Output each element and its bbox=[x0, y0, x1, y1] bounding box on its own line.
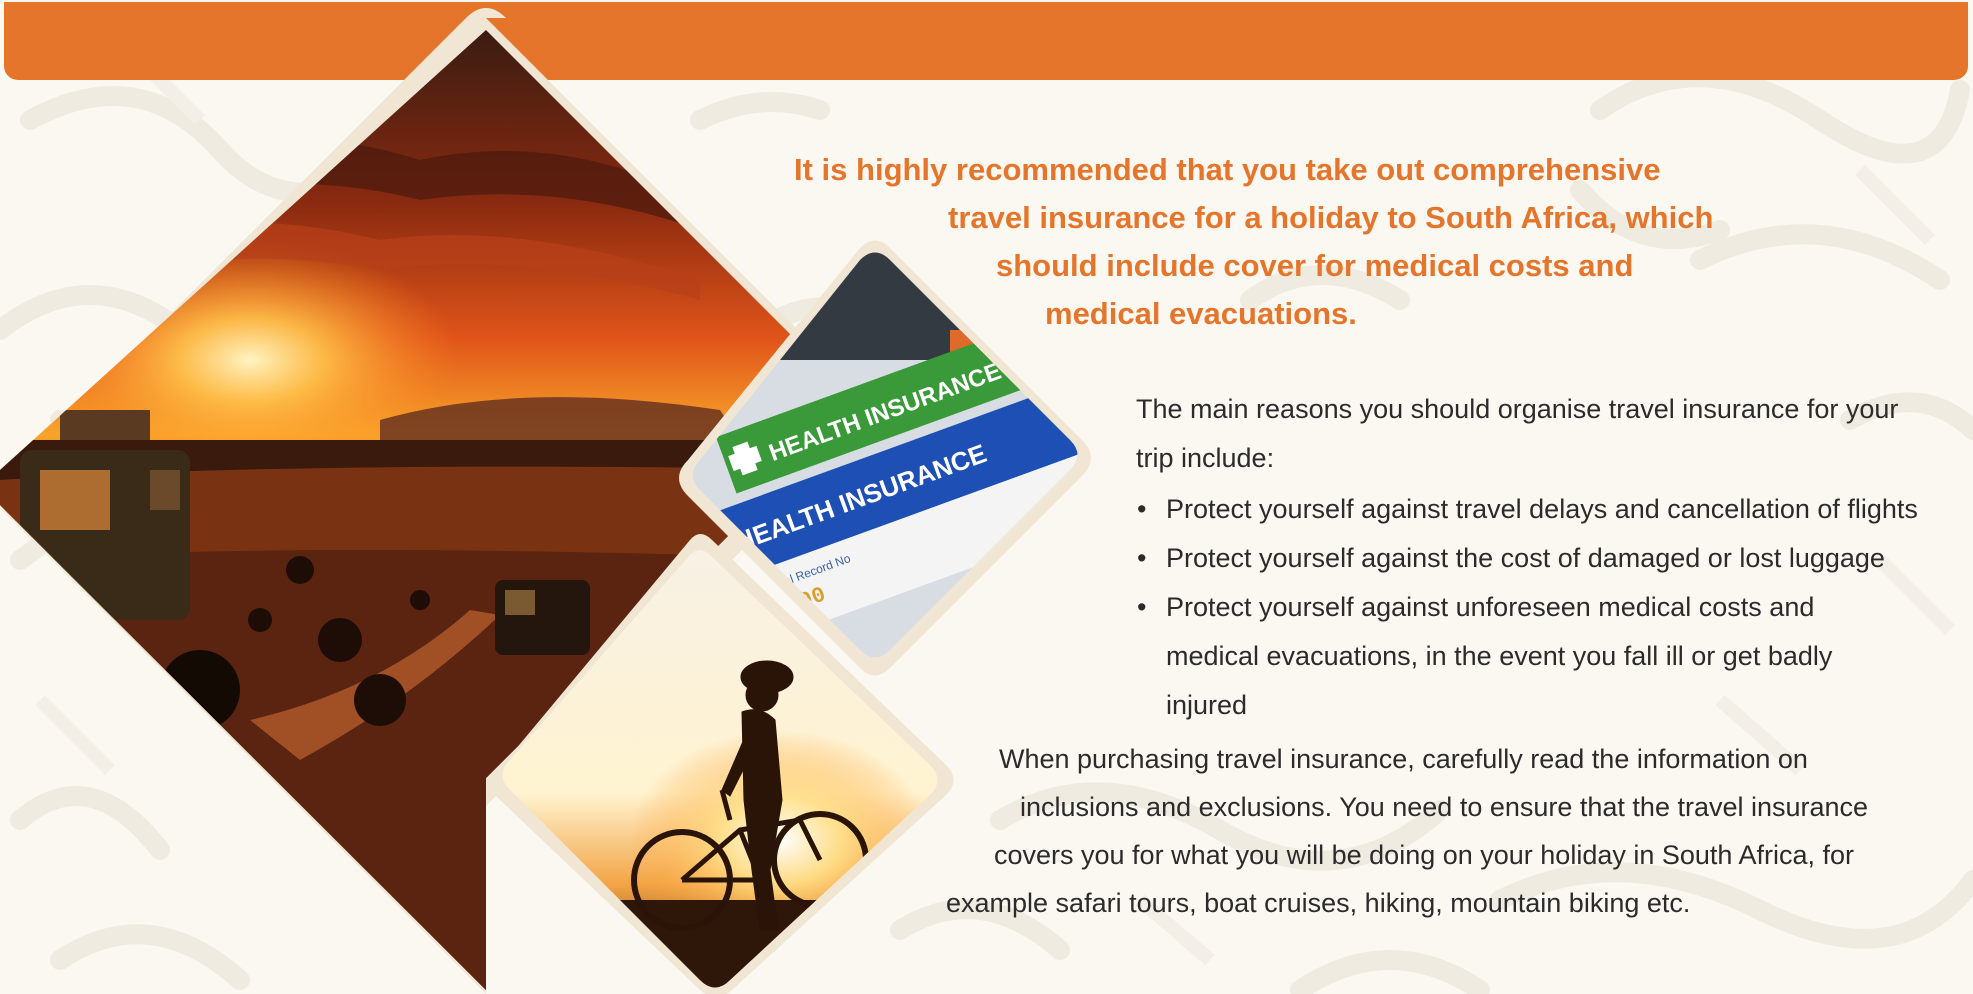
headline-line-1: It is highly recommended that you take o… bbox=[794, 152, 1661, 187]
headline-line-3: should include cover for medical costs a… bbox=[996, 248, 1634, 283]
purchasing-line-3: covers you for what you will be doing on… bbox=[994, 840, 1854, 870]
purchasing-line-1: When purchasing travel insurance, carefu… bbox=[999, 744, 1808, 774]
list-item: Protect yourself against unforeseen medi… bbox=[1136, 583, 1956, 730]
list-item: Protect yourself against travel delays a… bbox=[1136, 485, 1956, 534]
headline-line-2: travel insurance for a holiday to South … bbox=[948, 200, 1714, 235]
purchasing-line-2: inclusions and exclusions. You need to e… bbox=[1020, 792, 1869, 822]
reasons-intro-line-2: trip include: bbox=[1136, 443, 1275, 473]
headline-line-4: medical evacuations. bbox=[1045, 296, 1357, 331]
reasons-section: The main reasons you should organise tra… bbox=[1136, 385, 1956, 730]
reasons-intro: The main reasons you should organise tra… bbox=[1136, 385, 1956, 483]
reasons-intro-line-1: The main reasons you should organise tra… bbox=[1136, 394, 1899, 424]
headline: It is highly recommended that you take o… bbox=[770, 146, 1890, 338]
purchasing-line-4: example safari tours, boat cruises, hiki… bbox=[946, 888, 1691, 918]
list-item: Protect yourself against the cost of dam… bbox=[1136, 534, 1956, 583]
purchasing-paragraph: When purchasing travel insurance, carefu… bbox=[918, 735, 1918, 927]
distant-vehicle-icon bbox=[495, 580, 590, 655]
reasons-list: Protect yourself against travel delays a… bbox=[1136, 485, 1956, 730]
